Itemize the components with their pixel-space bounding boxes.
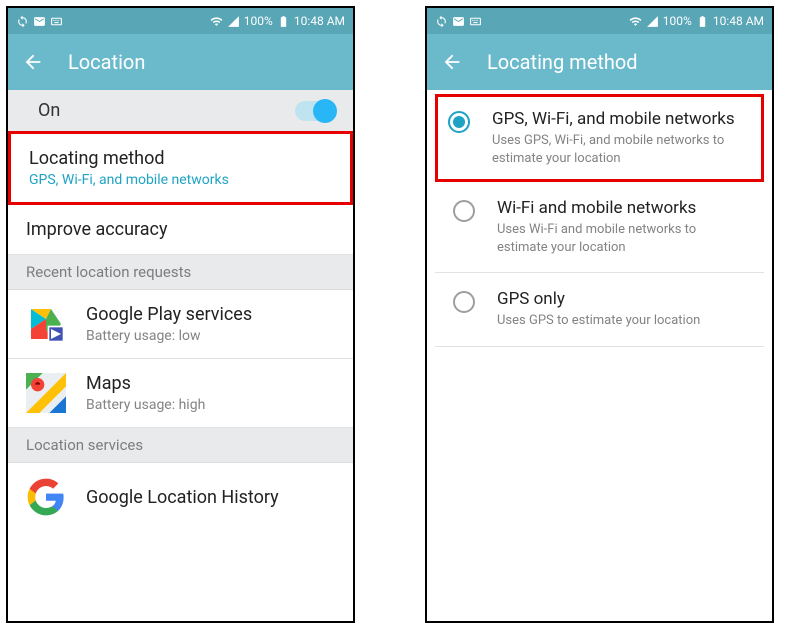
- sync-icon: [16, 15, 29, 28]
- status-bar: 100% 10:48 AM: [427, 8, 772, 34]
- section-services-header: Location services: [8, 428, 353, 463]
- play-services-row[interactable]: Google Play services Battery usage: low: [8, 290, 353, 359]
- app-bar: Locating method: [427, 34, 772, 90]
- status-bar: 100% 10:48 AM: [8, 8, 353, 34]
- locating-method-title: Locating method: [29, 148, 165, 169]
- locating-method-row[interactable]: Locating method GPS, Wi-Fi, and mobile n…: [8, 131, 353, 205]
- improve-accuracy-label: Improve accuracy: [26, 219, 168, 240]
- battery-pct: 100%: [663, 14, 692, 28]
- toggle-label: On: [26, 100, 60, 121]
- option-gps-wifi-mobile[interactable]: GPS, Wi-Fi, and mobile networks Uses GPS…: [438, 97, 761, 179]
- master-toggle-row[interactable]: On: [8, 90, 353, 131]
- radio-icon[interactable]: [453, 291, 475, 313]
- option-title: Wi-Fi and mobile networks: [497, 198, 746, 218]
- battery-pct: 100%: [244, 14, 273, 28]
- app-bar: Location: [8, 34, 353, 90]
- back-icon[interactable]: [22, 51, 44, 73]
- wifi-icon: [210, 15, 223, 28]
- maps-row[interactable]: Maps Battery usage: high: [8, 359, 353, 428]
- maps-sub: Battery usage: high: [86, 397, 205, 413]
- option-title: GPS only: [497, 289, 700, 309]
- option-gps-only[interactable]: GPS only Uses GPS to estimate your locat…: [435, 273, 764, 347]
- option-highlighted: GPS, Wi-Fi, and mobile networks Uses GPS…: [435, 94, 764, 182]
- mail-icon: [452, 15, 465, 28]
- option-sub: Uses Wi-Fi and mobile networks to estima…: [497, 221, 746, 256]
- improve-accuracy-row[interactable]: Improve accuracy: [8, 205, 353, 255]
- sync-icon: [435, 15, 448, 28]
- mail-icon: [33, 15, 46, 28]
- phone-left: 100% 10:48 AM Location On Locating metho…: [6, 6, 355, 623]
- location-history-title: Google Location History: [86, 487, 279, 508]
- page-title: Locating method: [487, 50, 638, 74]
- option-wifi-mobile[interactable]: Wi-Fi and mobile networks Uses Wi-Fi and…: [435, 182, 764, 273]
- location-history-row[interactable]: Google Location History: [8, 463, 353, 531]
- clock-time: 10:48 AM: [294, 14, 345, 28]
- maps-title: Maps: [86, 373, 205, 394]
- battery-icon: [277, 15, 290, 28]
- back-icon[interactable]: [441, 51, 463, 73]
- toggle-switch[interactable]: [295, 101, 335, 121]
- phone-right: 100% 10:48 AM Locating method GPS, Wi-Fi…: [425, 6, 774, 623]
- clock-time: 10:48 AM: [713, 14, 764, 28]
- radio-icon-checked[interactable]: [448, 111, 470, 133]
- signal-icon: [646, 15, 659, 28]
- section-recent-header: Recent location requests: [8, 255, 353, 290]
- option-title: GPS, Wi-Fi, and mobile networks: [492, 109, 751, 129]
- keyboard-icon: [469, 15, 482, 28]
- battery-icon: [696, 15, 709, 28]
- signal-icon: [227, 15, 240, 28]
- play-services-icon: [26, 304, 66, 344]
- play-services-title: Google Play services: [86, 304, 252, 325]
- radio-icon[interactable]: [453, 200, 475, 222]
- locating-method-sub: GPS, Wi-Fi, and mobile networks: [29, 172, 229, 188]
- maps-icon: [26, 373, 66, 413]
- play-services-sub: Battery usage: low: [86, 328, 252, 344]
- google-g-icon: [26, 477, 66, 517]
- page-title: Location: [68, 50, 145, 74]
- keyboard-icon: [50, 15, 63, 28]
- wifi-icon: [629, 15, 642, 28]
- option-sub: Uses GPS, Wi-Fi, and mobile networks to …: [492, 132, 751, 167]
- option-sub: Uses GPS to estimate your location: [497, 312, 700, 330]
